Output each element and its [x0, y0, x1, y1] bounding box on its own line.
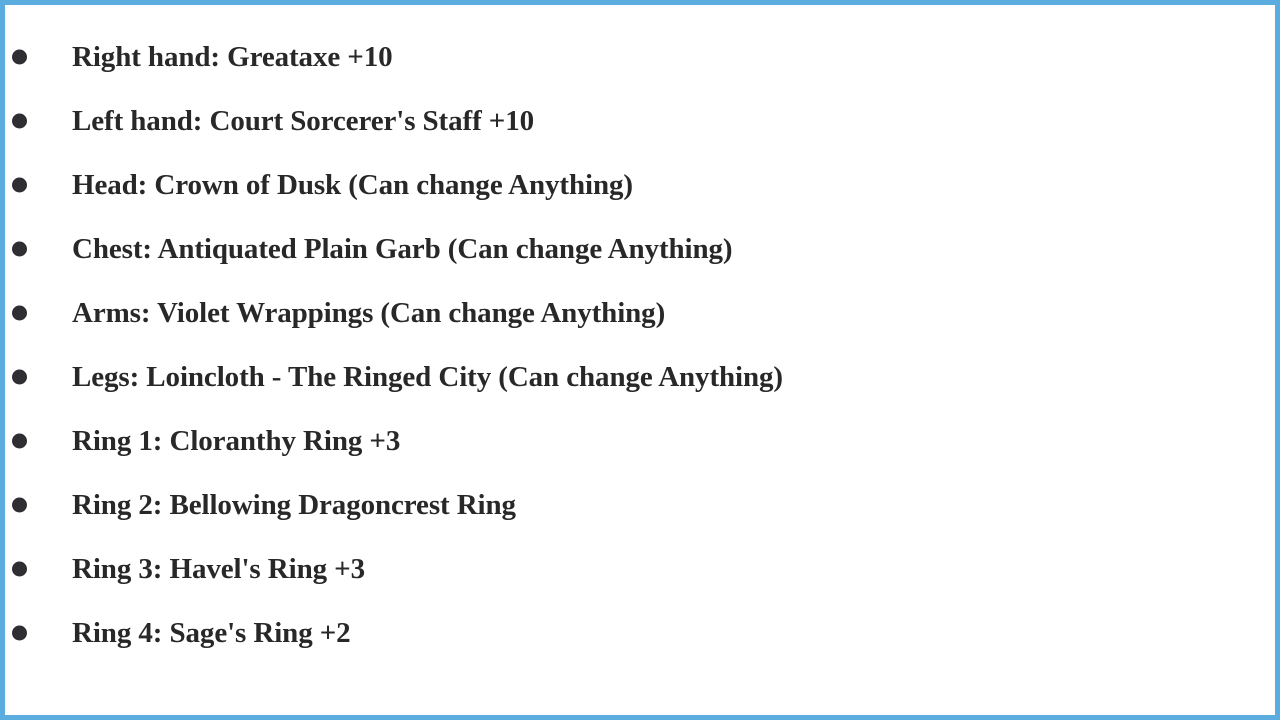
list-item: Left hand: Court Sorcerer's Staff +10 — [5, 89, 1275, 153]
list-item-label: Ring 4: Sage's Ring +2 — [72, 616, 351, 649]
list-item-label: Arms: Violet Wrappings (Can change Anyth… — [72, 296, 666, 329]
list-item: Ring 2: Bellowing Dragoncrest Ring — [5, 473, 1275, 537]
list-item-label: Chest: Antiquated Plain Garb (Can change… — [72, 232, 733, 265]
bullet-icon — [12, 113, 27, 129]
list-item: Chest: Antiquated Plain Garb (Can change… — [5, 217, 1275, 281]
equipment-loadout-list: Right hand: Greataxe +10 Left hand: Cour… — [5, 25, 1275, 665]
bullet-icon — [12, 497, 27, 513]
list-item-label: Right hand: Greataxe +10 — [72, 40, 393, 73]
bullet-icon — [12, 369, 27, 385]
list-item-label: Left hand: Court Sorcerer's Staff +10 — [72, 104, 534, 137]
bullet-icon — [12, 561, 27, 577]
content-frame: Right hand: Greataxe +10 Left hand: Cour… — [0, 0, 1280, 720]
list-item-label: Ring 2: Bellowing Dragoncrest Ring — [72, 488, 516, 521]
bullet-icon — [12, 49, 27, 65]
list-item-label: Head: Crown of Dusk (Can change Anything… — [72, 168, 633, 201]
list-item: Head: Crown of Dusk (Can change Anything… — [5, 153, 1275, 217]
list-item: Ring 4: Sage's Ring +2 — [5, 601, 1275, 665]
bullet-icon — [12, 625, 27, 641]
list-item-label: Ring 1: Cloranthy Ring +3 — [72, 424, 401, 457]
list-item: Ring 1: Cloranthy Ring +3 — [5, 409, 1275, 473]
list-item: Ring 3: Havel's Ring +3 — [5, 537, 1275, 601]
list-item: Legs: Loincloth - The Ringed City (Can c… — [5, 345, 1275, 409]
list-item: Right hand: Greataxe +10 — [5, 25, 1275, 89]
list-item: Arms: Violet Wrappings (Can change Anyth… — [5, 281, 1275, 345]
list-item-label: Ring 3: Havel's Ring +3 — [72, 552, 365, 585]
bullet-icon — [12, 177, 27, 193]
list-item-label: Legs: Loincloth - The Ringed City (Can c… — [72, 360, 783, 393]
bullet-icon — [12, 241, 27, 257]
bullet-icon — [12, 433, 27, 449]
bullet-icon — [12, 305, 27, 321]
